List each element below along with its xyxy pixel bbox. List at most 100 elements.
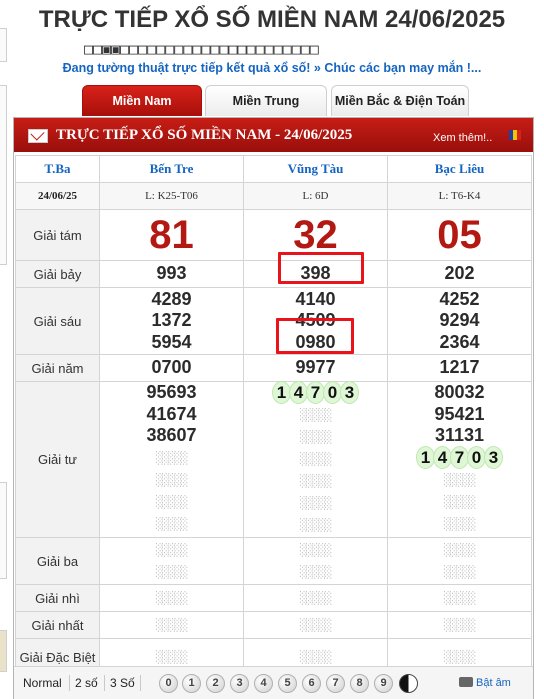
pending-number: ░░░░░	[155, 494, 188, 509]
province-ben-tre[interactable]: Bến Tre	[99, 155, 244, 183]
prize-row-g8: Giải tám 81 32 05	[15, 209, 532, 261]
g8-bac-lieu: 05	[437, 213, 482, 257]
province-bac-lieu[interactable]: Bạc Liêu	[387, 155, 532, 183]
digit-1-button[interactable]: 1	[182, 674, 201, 693]
g4-ben-tre-2: 41674	[146, 403, 197, 424]
live-tagline: Đang tường thuật trực tiếp kết quả xổ số…	[62, 61, 482, 75]
divider	[140, 675, 141, 691]
sound-icon[interactable]	[459, 677, 473, 687]
g8-vung-tau: 32	[293, 213, 338, 257]
pending-number: ░░░░░	[443, 618, 476, 632]
pending-number: ░░░░░	[443, 565, 476, 579]
display-mode-bar: Normal 2 số 3 Số 0 1 2 3 4 5 6 7 8 9 Bật…	[14, 666, 533, 699]
pending-number: ░░░░░	[299, 650, 332, 664]
tab-mien-trung[interactable]: Miền Trung	[205, 85, 327, 116]
digit-5-button[interactable]: 5	[278, 674, 297, 693]
prize-row-g6: Giải sáu 4289 1372 5954 4140 4509 0980 4…	[15, 287, 532, 355]
ticket-code-bac-lieu: L: T6-K4	[387, 182, 532, 210]
flag-icon	[509, 130, 521, 140]
pending-number: ░░░░░	[299, 452, 332, 466]
pending-number: ░░░░░	[443, 516, 476, 531]
g6-bac-lieu-2: 9294	[439, 310, 480, 331]
g5-vung-tau: 9977	[295, 357, 336, 378]
pending-number: ░░░░░	[155, 650, 188, 664]
g5-bac-lieu: 1217	[439, 357, 480, 378]
digit-3-button[interactable]: 3	[230, 674, 249, 693]
ticket-code-row: 24/06/25 L: K25-T06 L: 6D L: T6-K4	[15, 182, 532, 210]
pending-number: ░░░░░	[299, 518, 332, 532]
g4-bac-lieu-3: 31131	[434, 425, 485, 445]
mode-3-digits-button[interactable]: 3 Số	[110, 673, 135, 693]
pending-number: ░░░░░	[299, 565, 332, 579]
g6-bac-lieu-1: 4252	[439, 288, 480, 309]
g8-ben-tre: 81	[149, 213, 194, 257]
pending-number: ░░░░░	[443, 650, 476, 664]
prize-row-g5: Giải năm 0700 9977 1217	[15, 354, 532, 382]
pending-number: ░░░░░	[299, 474, 332, 488]
pending-number: ░░░░░	[155, 543, 188, 557]
digit-8-button[interactable]: 8	[350, 674, 369, 693]
prize-row-g1: Giải nhất ░░░░░ ░░░░░ ░░░░░	[15, 611, 532, 639]
prize-row-g3: Giải ba ░░░░░ ░░░░░ ░░░░░ ░░░░░ ░░░░░ ░░…	[15, 537, 532, 585]
pending-number: ░░░░░	[299, 543, 332, 557]
g6-ben-tre-3: 5954	[151, 331, 192, 352]
envelope-icon	[28, 129, 48, 143]
highlight-box-g7-vung-tau	[278, 252, 364, 284]
g4-bac-lieu-2: 95421	[434, 403, 485, 424]
g4-bac-lieu-1: 80032	[434, 382, 485, 402]
yin-yang-icon[interactable]	[399, 674, 418, 693]
see-more-link[interactable]: Xem thêm!..	[433, 132, 492, 144]
ticket-code-vung-tau: L: 6D	[243, 182, 388, 210]
prize-row-g4: Giải tư 95693 41674 38607 ░░░░░ ░░░░░ ░░…	[15, 381, 532, 538]
pending-number: ░░░░░	[299, 408, 332, 422]
digit-4-button[interactable]: 4	[254, 674, 273, 693]
rolling-number-vung-tau: 14703	[272, 381, 359, 404]
sidebar-edge-4	[0, 630, 7, 672]
pending-number: ░░░░░	[155, 472, 188, 487]
rolling-number-bac-lieu: 14703	[416, 445, 503, 469]
prize-label: Giải nhì	[15, 584, 100, 612]
g6-ben-tre-1: 4289	[151, 288, 192, 309]
g6-vung-tau-1: 4140	[295, 288, 336, 309]
pending-number: ░░░░░	[155, 450, 188, 465]
province-header-row: T.Ba Bến Tre Vũng Tàu Bạc Liêu	[15, 155, 532, 183]
digit-7-button[interactable]: 7	[326, 674, 345, 693]
prize-label: Giải sáu	[15, 287, 100, 355]
prize-label: Giải tám	[15, 209, 100, 261]
digit-2-button[interactable]: 2	[206, 674, 225, 693]
pending-number: ░░░░░	[299, 618, 332, 632]
results-table: T.Ba Bến Tre Vũng Tàu Bạc Liêu 24/06/25 …	[15, 155, 532, 676]
tab-mien-nam[interactable]: Miền Nam	[82, 85, 202, 116]
highlight-box-g6-vung-tau	[276, 318, 354, 354]
pending-number: ░░░░░	[155, 618, 188, 632]
results-panel: TRỰC TIẾP XỔ SỐ MIỀN NAM - 24/06/2025 Xe…	[13, 117, 534, 699]
pending-number: ░░░░░	[155, 516, 188, 531]
pending-number: ░░░░░	[155, 591, 188, 605]
prize-label: Giải bảy	[15, 260, 100, 288]
sidebar-edge-2	[0, 85, 7, 265]
pending-number: ░░░░░	[155, 565, 188, 579]
tab-mien-bac-dien-toan[interactable]: Miền Bắc & Điện Toán	[331, 85, 469, 116]
title-box-glyphs: □□▣▣□□□□□□□□□□□□□□□□□□□□□□	[84, 40, 319, 58]
mode-normal-button[interactable]: Normal	[23, 673, 62, 693]
sound-toggle-label[interactable]: Bật âm	[476, 673, 511, 693]
digit-0-button[interactable]: 0	[159, 674, 178, 693]
pending-number: ░░░░░	[443, 472, 476, 487]
province-vung-tau[interactable]: Vũng Tàu	[243, 155, 388, 183]
pending-number: ░░░░░	[443, 494, 476, 509]
pending-number: ░░░░░	[299, 430, 332, 444]
g6-bac-lieu-3: 2364	[439, 331, 480, 352]
digit-9-button[interactable]: 9	[374, 674, 393, 693]
divider	[104, 675, 105, 691]
digit-6-button[interactable]: 6	[302, 674, 321, 693]
ticket-code-ben-tre: L: K25-T06	[99, 182, 244, 210]
pending-number: ░░░░░	[299, 496, 332, 510]
g4-ben-tre-1: 95693	[146, 382, 197, 402]
panel-header: TRỰC TIẾP XỔ SỐ MIỀN NAM - 24/06/2025 Xe…	[14, 118, 533, 152]
mode-2-digits-button[interactable]: 2 số	[75, 673, 98, 693]
divider	[69, 675, 70, 691]
pending-number: ░░░░░	[443, 543, 476, 557]
rolling-digit: 3	[340, 381, 359, 404]
panel-title: TRỰC TIẾP XỔ SỐ MIỀN NAM - 24/06/2025	[56, 127, 353, 143]
prize-label: Giải năm	[15, 354, 100, 382]
